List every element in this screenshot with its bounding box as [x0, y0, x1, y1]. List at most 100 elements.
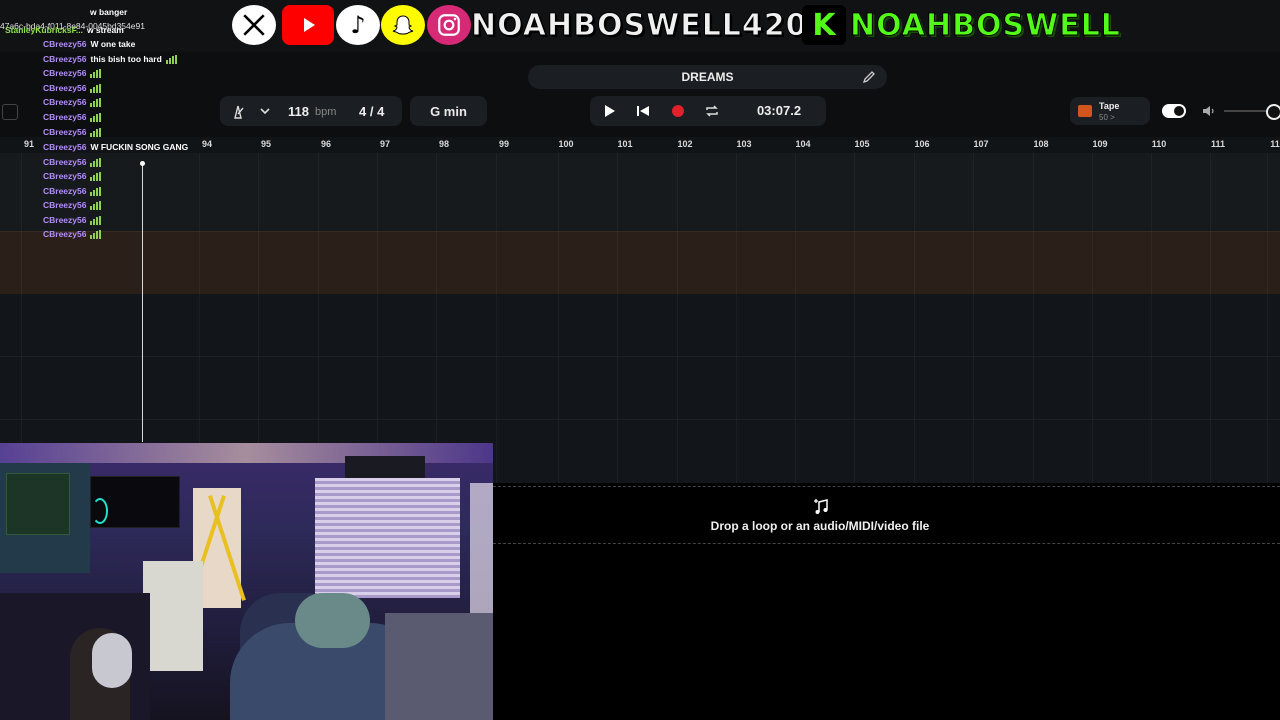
ruler-tick: 103 — [736, 139, 752, 149]
key-selector[interactable]: G min — [410, 96, 487, 126]
chat-username: CBreezy56 — [43, 157, 87, 167]
chat-line: CBreezy56 W one take — [43, 37, 135, 51]
chat-line: CBreezy56 — [43, 227, 102, 241]
ruler-tick: 104 — [795, 139, 811, 149]
wall-posters — [345, 456, 425, 478]
chat-message: w stream — [86, 25, 124, 35]
chat-overlay: w banger 47a6c-bda4-f011-8e84-0045bd354e9… — [0, 5, 230, 239]
tiktok-logo-icon: ♪ — [336, 5, 380, 45]
chat-message: W one take — [90, 39, 136, 49]
kick-letter: K — [812, 7, 836, 43]
track-lane-4[interactable] — [0, 357, 1280, 420]
ruler-tick: 106 — [914, 139, 930, 149]
time-display: 03:07.2 — [756, 103, 802, 118]
chat-badge-bars-icon — [90, 83, 102, 93]
ruler-tick: 100 — [558, 139, 574, 149]
drop-zone-text: Drop a loop or an audio/MIDI/video file — [710, 519, 930, 533]
chat-badge-bars-icon — [90, 200, 102, 210]
play-button[interactable] — [595, 97, 623, 125]
bar-grid-line — [914, 153, 915, 483]
ruler-tick: 11 — [1270, 139, 1280, 149]
bar-grid-line — [736, 153, 737, 483]
chat-username: CBreezy56 — [43, 97, 87, 107]
tape-icon — [1078, 105, 1092, 117]
volume-icon[interactable] — [1202, 104, 1216, 118]
chat-line: CBreezy56 — [43, 198, 102, 212]
chat-line: CBreezy56 — [43, 95, 102, 109]
time-signature[interactable]: 4 / 4 — [359, 104, 384, 119]
chat-username: CBreezy56 — [43, 229, 87, 239]
bar-grid-line — [318, 153, 319, 483]
chat-badge-bars-icon — [90, 171, 102, 181]
chat-username: CBreezy56 — [43, 200, 87, 210]
chat-line: CBreezy56 — [43, 66, 102, 80]
bar-grid-line — [558, 153, 559, 483]
chat-message: w banger — [90, 7, 128, 17]
bar-grid-line — [436, 153, 437, 483]
skip-to-start-button[interactable] — [629, 97, 657, 125]
ruler-tick: 109 — [1092, 139, 1108, 149]
chat-line: w banger — [90, 5, 127, 19]
bar-grid-line — [258, 153, 259, 483]
chat-message: W FUCKIN SONG GANG — [90, 142, 189, 152]
bar-grid-line — [973, 153, 974, 483]
chat-line: CBreezy56 — [43, 213, 102, 227]
chat-line: CBreezy56 — [43, 81, 102, 95]
chat-line: CBreezy56 W FUCKIN SONG GANG — [43, 140, 188, 154]
ruler-tick: 99 — [498, 139, 510, 149]
ruler-tick: 110 — [1151, 139, 1167, 149]
chat-username: CBreezy56 — [43, 54, 87, 64]
edit-pencil-icon[interactable] — [862, 70, 876, 84]
project-title: DREAMS — [681, 70, 734, 84]
ruler-tick: 101 — [617, 139, 633, 149]
bar-grid-line — [1151, 153, 1152, 483]
tape-toggle[interactable] — [1162, 104, 1186, 118]
ruler-tick: 105 — [854, 139, 870, 149]
ruler-tick: 108 — [1033, 139, 1049, 149]
metronome-icon[interactable] — [230, 104, 246, 120]
ruler-tick: 96 — [320, 139, 332, 149]
chat-username: CBreezy56 — [43, 68, 87, 78]
bpm-unit: bpm — [315, 106, 337, 118]
chevron-down-icon[interactable] — [258, 104, 272, 118]
instagram-logo-icon — [427, 5, 471, 45]
window-blinds — [315, 478, 460, 598]
track-lane-3[interactable] — [0, 294, 1280, 357]
bar-grid-line — [1267, 153, 1268, 483]
chat-username: CBreezy56 — [43, 112, 87, 122]
chat-badge-bars-icon — [90, 97, 102, 107]
chat-badge-bars-icon — [90, 157, 102, 167]
bar-grid-line — [1092, 153, 1093, 483]
chat-badge-bars-icon — [90, 127, 102, 137]
bed — [385, 613, 493, 720]
chat-username: CBreezy56 — [43, 39, 87, 49]
ruler-tick: 97 — [379, 139, 391, 149]
volume-knob[interactable] — [1266, 104, 1280, 120]
drop-zone[interactable] — [493, 486, 1280, 544]
ruler-tick: 95 — [260, 139, 272, 149]
teal-ring-light — [92, 498, 108, 524]
handle-kick-text: NOAHBOSWELL — [850, 8, 1121, 44]
project-title-bar[interactable]: DREAMS — [528, 65, 887, 89]
bar-grid-line — [377, 153, 378, 483]
chat-badge-bars-icon — [90, 215, 102, 225]
chat-username: CBreezy56 — [43, 171, 87, 181]
webcam-feed — [0, 443, 493, 720]
record-button[interactable] — [664, 97, 692, 125]
chat-badge-bars-icon — [90, 229, 102, 239]
kick-logo-icon: K — [802, 5, 846, 45]
person-head — [295, 593, 370, 648]
bpm-value[interactable]: 118 — [288, 104, 309, 119]
bar-grid-line — [677, 153, 678, 483]
chat-username: StanleyKubricksF... — [5, 25, 83, 35]
chat-username: CBreezy56 — [43, 142, 87, 152]
chat-line: CBreezy56 — [43, 169, 102, 183]
bar-grid-line — [1033, 153, 1034, 483]
chat-line: CBreezy56 — [43, 125, 102, 139]
track-lane-2-selected[interactable] — [0, 231, 1280, 295]
tape-label: Tape — [1099, 101, 1120, 111]
bar-grid-line — [496, 153, 497, 483]
chat-line: CBreezy56 this bish too hard — [43, 52, 177, 66]
loop-button[interactable] — [698, 97, 726, 125]
chat-username: CBreezy56 — [43, 186, 87, 196]
